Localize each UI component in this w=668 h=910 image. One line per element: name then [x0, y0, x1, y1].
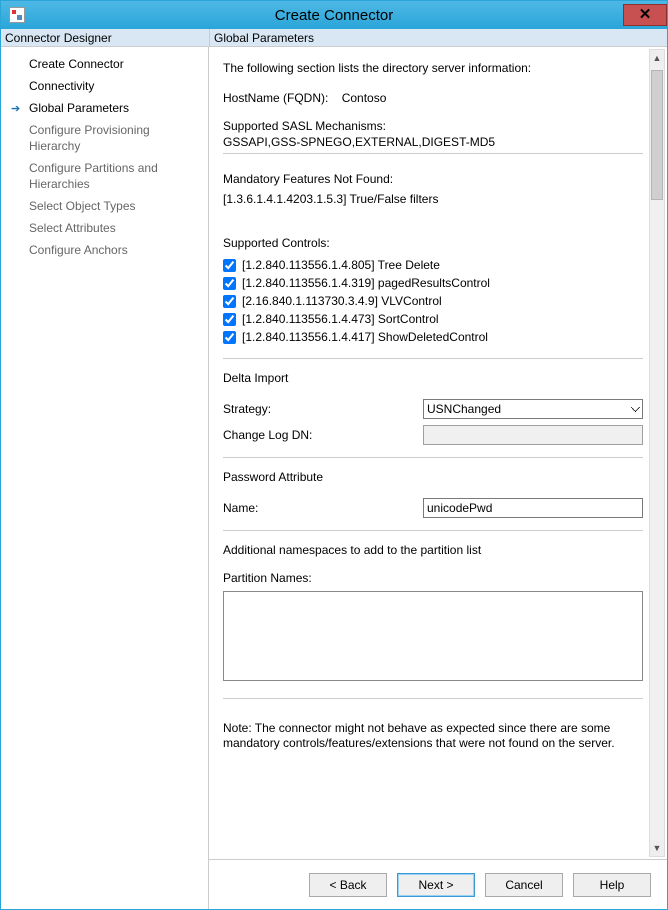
- scroll-up-arrow-icon[interactable]: ▲: [650, 50, 664, 66]
- control-sort: [1.2.840.113556.1.4.473] SortControl: [223, 312, 643, 326]
- control-checkbox[interactable]: [223, 295, 236, 308]
- password-name-label: Name:: [223, 501, 423, 515]
- scroll-down-arrow-icon[interactable]: ▼: [650, 840, 664, 856]
- content-area: Create Connector Connectivity ➔ Global P…: [1, 47, 667, 909]
- delta-import-header: Delta Import: [223, 371, 643, 385]
- current-step-arrow-icon: ➔: [11, 101, 20, 117]
- next-button[interactable]: Next >: [397, 873, 475, 897]
- control-checkbox[interactable]: [223, 331, 236, 344]
- sasl-label: Supported SASL Mechanisms:: [223, 119, 643, 133]
- nav-select-object-types: Select Object Types: [1, 195, 208, 217]
- nav-item-label: Select Object Types: [29, 199, 136, 213]
- control-label: [1.2.840.113556.1.4.319] pagedResultsCon…: [242, 276, 490, 290]
- warning-note: Note: The connector might not behave as …: [223, 721, 643, 751]
- control-paged-results: [1.2.840.113556.1.4.319] pagedResultsCon…: [223, 276, 643, 290]
- control-checkbox[interactable]: [223, 259, 236, 272]
- strategy-label: Strategy:: [223, 402, 423, 416]
- close-button[interactable]: ✕: [623, 4, 667, 26]
- wizard-footer: < Back Next > Cancel Help: [209, 859, 667, 909]
- nav-create-connector[interactable]: Create Connector: [1, 53, 208, 75]
- hostname-value: Contoso: [342, 91, 387, 105]
- nav-connectivity[interactable]: Connectivity: [1, 75, 208, 97]
- control-label: [2.16.840.1.113730.3.4.9] VLVControl: [242, 294, 442, 308]
- divider: [223, 530, 643, 531]
- window-frame: Create Connector ✕ Connector Designer Gl…: [0, 0, 668, 910]
- close-icon: ✕: [639, 6, 652, 23]
- partition-names-input[interactable]: [223, 591, 643, 681]
- nav-item-label: Select Attributes: [29, 221, 116, 235]
- scroll-area: The following section lists the director…: [209, 47, 667, 859]
- changelog-input: [423, 425, 643, 445]
- window-title: Create Connector: [275, 7, 393, 24]
- controls-list: [1.2.840.113556.1.4.805] Tree Delete [1.…: [223, 258, 643, 344]
- password-name-input[interactable]: [423, 498, 643, 518]
- control-vlv: [2.16.840.1.113730.3.4.9] VLVControl: [223, 294, 643, 308]
- control-label: [1.2.840.113556.1.4.805] Tree Delete: [242, 258, 440, 272]
- intro-text: The following section lists the director…: [223, 61, 643, 75]
- nav-item-label: Configure Provisioning Hierarchy: [29, 123, 150, 153]
- namespaces-header: Additional namespaces to add to the part…: [223, 543, 643, 557]
- nav-item-label: Create Connector: [29, 57, 124, 71]
- right-panel-header: Global Parameters: [209, 29, 667, 46]
- back-button[interactable]: < Back: [309, 873, 387, 897]
- divider: [223, 358, 643, 359]
- changelog-label: Change Log DN:: [223, 428, 423, 442]
- strategy-row: Strategy: USNChanged: [223, 399, 643, 419]
- password-name-row: Name:: [223, 498, 643, 518]
- control-checkbox[interactable]: [223, 313, 236, 326]
- divider: [223, 153, 643, 154]
- nav-item-label: Configure Anchors: [29, 243, 128, 257]
- main-panel: The following section lists the director…: [209, 47, 667, 909]
- cancel-button[interactable]: Cancel: [485, 873, 563, 897]
- strategy-select[interactable]: USNChanged: [423, 399, 643, 419]
- hostname-label: HostName (FQDN):: [223, 91, 328, 105]
- left-panel-header: Connector Designer: [1, 29, 209, 46]
- nav-panel: Create Connector Connectivity ➔ Global P…: [1, 47, 209, 909]
- mandatory-label: Mandatory Features Not Found:: [223, 172, 643, 186]
- titlebar[interactable]: Create Connector ✕: [1, 1, 667, 29]
- control-label: [1.2.840.113556.1.4.473] SortControl: [242, 312, 439, 326]
- control-label: [1.2.840.113556.1.4.417] ShowDeletedCont…: [242, 330, 488, 344]
- control-tree-delete: [1.2.840.113556.1.4.805] Tree Delete: [223, 258, 643, 272]
- control-checkbox[interactable]: [223, 277, 236, 290]
- nav-item-label: Configure Partitions and Hierarchies: [29, 161, 158, 191]
- nav-item-label: Connectivity: [29, 79, 94, 93]
- help-button[interactable]: Help: [573, 873, 651, 897]
- nav-configure-partitions: Configure Partitions and Hierarchies: [1, 157, 208, 195]
- nav-configure-anchors: Configure Anchors: [1, 239, 208, 261]
- nav-select-attributes: Select Attributes: [1, 217, 208, 239]
- divider: [223, 457, 643, 458]
- nav-global-parameters[interactable]: ➔ Global Parameters: [1, 97, 208, 119]
- section-headers: Connector Designer Global Parameters: [1, 29, 667, 47]
- scroll-thumb[interactable]: [651, 70, 663, 200]
- changelog-row: Change Log DN:: [223, 425, 643, 445]
- delta-fields: Strategy: USNChanged Change Log DN:: [223, 399, 643, 445]
- divider: [223, 698, 643, 699]
- vertical-scrollbar[interactable]: ▲ ▼: [649, 49, 665, 857]
- hostname-row: HostName (FQDN): Contoso: [223, 91, 643, 105]
- control-show-deleted: [1.2.840.113556.1.4.417] ShowDeletedCont…: [223, 330, 643, 344]
- password-attribute-header: Password Attribute: [223, 470, 643, 484]
- nav-item-label: Global Parameters: [29, 101, 129, 115]
- app-icon: [9, 7, 25, 23]
- nav-configure-provisioning-hierarchy: Configure Provisioning Hierarchy: [1, 119, 208, 157]
- partition-label: Partition Names:: [223, 571, 643, 585]
- supported-controls-label: Supported Controls:: [223, 236, 643, 250]
- sasl-value: GSSAPI,GSS-SPNEGO,EXTERNAL,DIGEST-MD5: [223, 135, 643, 149]
- mandatory-value: [1.3.6.1.4.1.4203.1.5.3] True/False filt…: [223, 192, 643, 206]
